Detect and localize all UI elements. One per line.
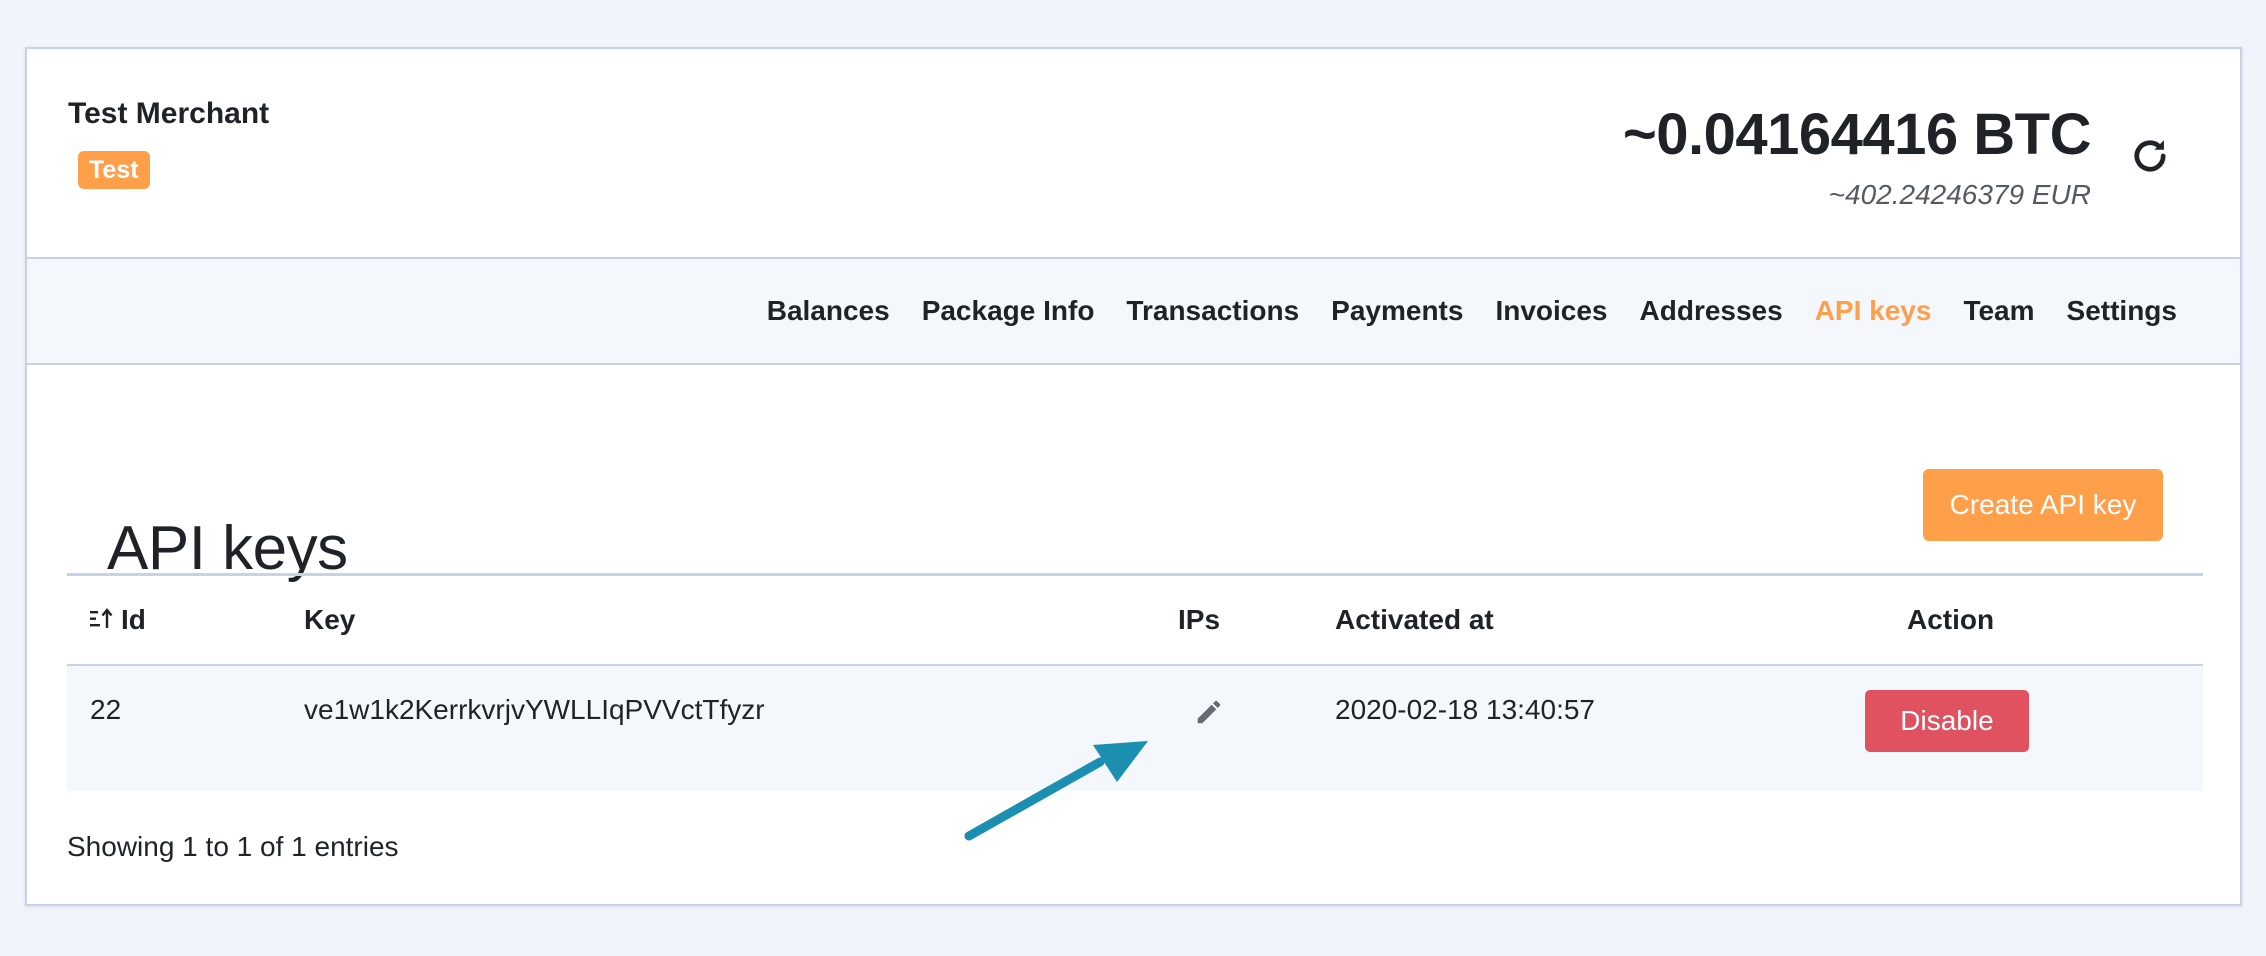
nav-item-addresses[interactable]: Addresses xyxy=(1624,295,1799,327)
nav-item-settings[interactable]: Settings xyxy=(2051,295,2193,327)
nav-item-payments[interactable]: Payments xyxy=(1315,295,1479,327)
main-nav: Balances Package Info Transactions Payme… xyxy=(27,257,2240,365)
merchant-card: Test Merchant Test ~0.04164416 BTC ~402.… xyxy=(25,47,2242,906)
column-header-key: Key xyxy=(304,604,356,635)
refresh-icon[interactable] xyxy=(2128,134,2172,178)
column-header-activated-at: Activated at xyxy=(1335,604,1494,635)
nav-item-team[interactable]: Team xyxy=(1947,295,2050,327)
cell-activated-at: 2020-02-18 13:40:57 xyxy=(1335,694,1595,725)
column-header-ips: IPs xyxy=(1178,604,1221,635)
create-api-key-button[interactable]: Create API key xyxy=(1923,469,2163,541)
table-row: 22 ve1w1k2KerrkvrjvYWLLIqPVVctTfyzr 2020… xyxy=(67,666,2203,791)
nav-item-api-keys[interactable]: API keys xyxy=(1799,295,1948,327)
column-header-action: Action xyxy=(1907,604,1995,635)
sort-ascending-icon xyxy=(90,608,113,628)
nav-list: Balances Package Info Transactions Payme… xyxy=(751,259,2193,363)
cell-id: 22 xyxy=(90,694,122,725)
table-entries-info: Showing 1 to 1 of 1 entries xyxy=(67,831,399,862)
nav-item-balances[interactable]: Balances xyxy=(751,295,906,327)
cell-key: ve1w1k2KerrkvrjvYWLLIqPVVctTfyzr xyxy=(304,694,765,725)
table-header: Id Key IPs Activated at Action xyxy=(67,576,2203,666)
balance-eur: ~402.24246379 EUR xyxy=(1828,179,2091,210)
test-mode-badge: Test xyxy=(78,151,150,189)
nav-item-package-info[interactable]: Package Info xyxy=(906,295,1111,327)
pencil-icon[interactable] xyxy=(1194,697,1224,727)
nav-item-transactions[interactable]: Transactions xyxy=(1110,295,1315,327)
disable-button[interactable]: Disable xyxy=(1865,690,2029,752)
merchant-name: Test Merchant xyxy=(68,97,270,130)
column-header-id-label: Id xyxy=(121,604,146,635)
column-header-id[interactable]: Id xyxy=(89,576,146,664)
nav-item-invoices[interactable]: Invoices xyxy=(1479,295,1623,327)
balance-btc: ~0.04164416 BTC xyxy=(1622,102,2092,167)
